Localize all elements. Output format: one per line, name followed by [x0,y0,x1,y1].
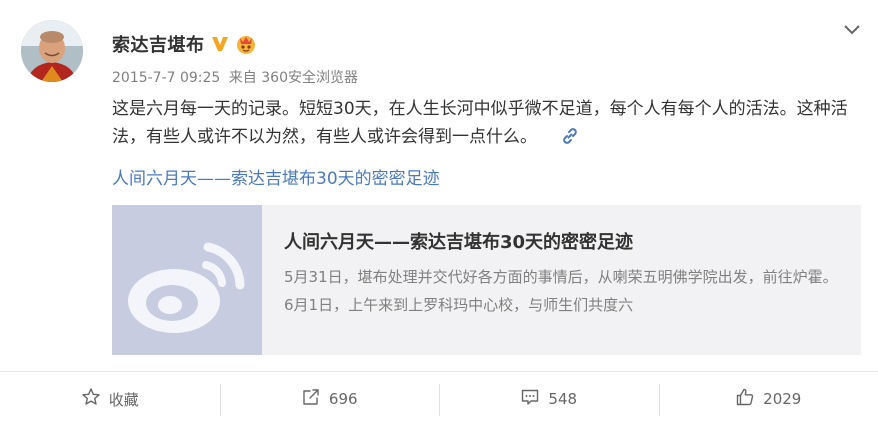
repost-count: 696 [328,390,358,408]
username[interactable]: 索达吉堪布 [112,31,205,57]
post-meta: 2015-7-7 09:25 来自 360安全浏览器 [112,67,358,87]
post-date[interactable]: 2015-7-7 09:25 [112,70,220,86]
like-button[interactable]: 2029 [658,372,878,426]
vip-icon[interactable] [235,33,257,55]
source-prefix: 来自 [228,70,257,86]
weibo-logo-icon [112,205,262,355]
star-icon [81,387,101,411]
comment-icon [520,387,540,411]
comment-button[interactable]: 548 [439,372,659,426]
share-icon [301,387,321,411]
avatar[interactable] [21,20,83,82]
thumbs-up-icon [735,387,755,411]
user-header: 索达吉堪布 [112,32,257,56]
article-card[interactable]: 人间六月天——索达吉堪布30天的密密足迹 5月31日，堪布处理并交代好各方面的事… [112,205,861,355]
post-source[interactable]: 360安全浏览器 [261,70,358,86]
link-icon [561,126,579,144]
post-text: 这是六月每一天的记录。短短30天，在人生长河中似乎微不足道，每个人有每个人的活法… [112,95,852,151]
card-description: 5月31日，堪布处理并交代好各方面的事情后，从喇荣五明佛学院出发，前往炉霍。 6… [284,268,838,314]
favorite-label: 收藏 [108,390,139,409]
verified-v-icon [211,35,229,53]
post-body: 这是六月每一天的记录。短短30天，在人生长河中似乎微不足道，每个人有每个人的活法… [112,99,848,147]
article-link[interactable]: 人间六月天——索达吉堪布30天的密密足迹 [112,166,440,192]
like-count: 2029 [763,390,802,408]
card-title: 人间六月天——索达吉堪布30天的密密足迹 [284,232,634,253]
favorite-button[interactable]: 收藏 [0,372,220,426]
action-bar: 收藏 696 548 2029 [0,371,878,426]
repost-button[interactable]: 696 [219,372,440,426]
chevron-down-icon[interactable] [842,22,862,38]
comment-count: 548 [548,390,578,408]
